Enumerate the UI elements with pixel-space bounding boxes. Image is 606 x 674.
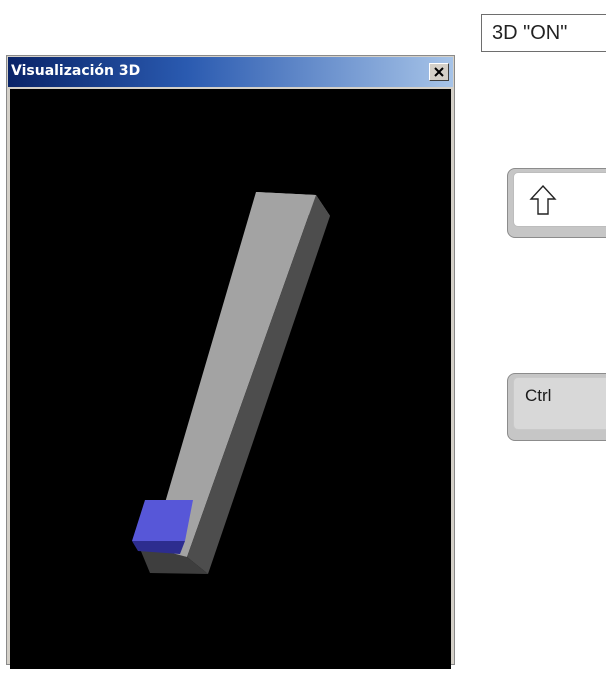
3d-scene	[132, 192, 330, 574]
visualization-3d-window: Visualización 3D	[6, 55, 455, 669]
ctrl-key-face: Ctrl	[513, 377, 606, 430]
shift-key-button[interactable]	[507, 168, 606, 238]
shift-arrow-icon	[529, 184, 557, 215]
3d-viewport[interactable]	[10, 89, 451, 669]
tool-front-face	[132, 500, 193, 541]
window-title: Visualización 3D	[11, 63, 141, 79]
shift-key-face	[513, 172, 606, 227]
3d-on-button[interactable]: 3D "ON"	[481, 14, 606, 52]
close-icon	[434, 67, 444, 77]
ctrl-key-label: Ctrl	[525, 386, 552, 405]
window-titlebar[interactable]: Visualización 3D	[8, 57, 453, 87]
ctrl-key-button[interactable]: Ctrl	[507, 373, 606, 441]
close-button[interactable]	[429, 63, 449, 81]
tool-side-face	[132, 541, 185, 554]
